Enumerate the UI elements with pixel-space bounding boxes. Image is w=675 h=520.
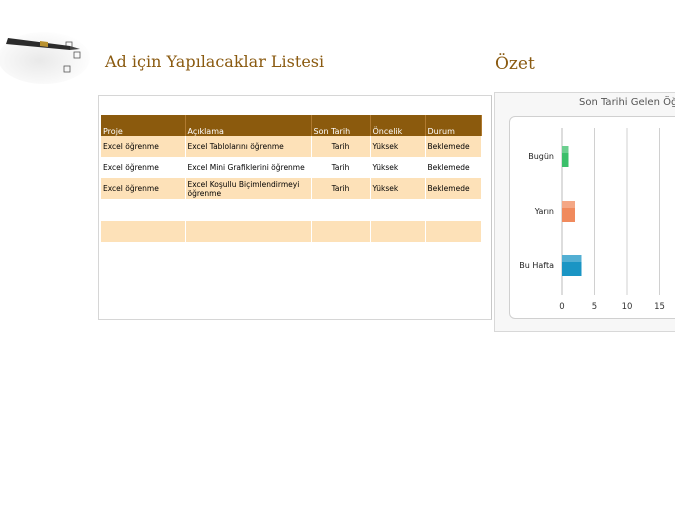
- y-tick-label: Bu Hafta: [519, 261, 554, 270]
- bar-highlight: [562, 255, 582, 262]
- due-items-chart[interactable]: 0 5 10 15 Bugün Yarın Bu Hafta: [0, 0, 675, 520]
- y-tick-label: Bugün: [528, 152, 554, 161]
- y-tick-label: Yarın: [534, 207, 554, 216]
- bar-highlight: [562, 146, 569, 153]
- x-tick-label: 10: [622, 302, 633, 312]
- x-tick-label: 0: [559, 302, 564, 312]
- x-tick-label: 15: [654, 302, 665, 312]
- bar-highlight: [562, 201, 575, 208]
- x-tick-label: 5: [592, 302, 597, 312]
